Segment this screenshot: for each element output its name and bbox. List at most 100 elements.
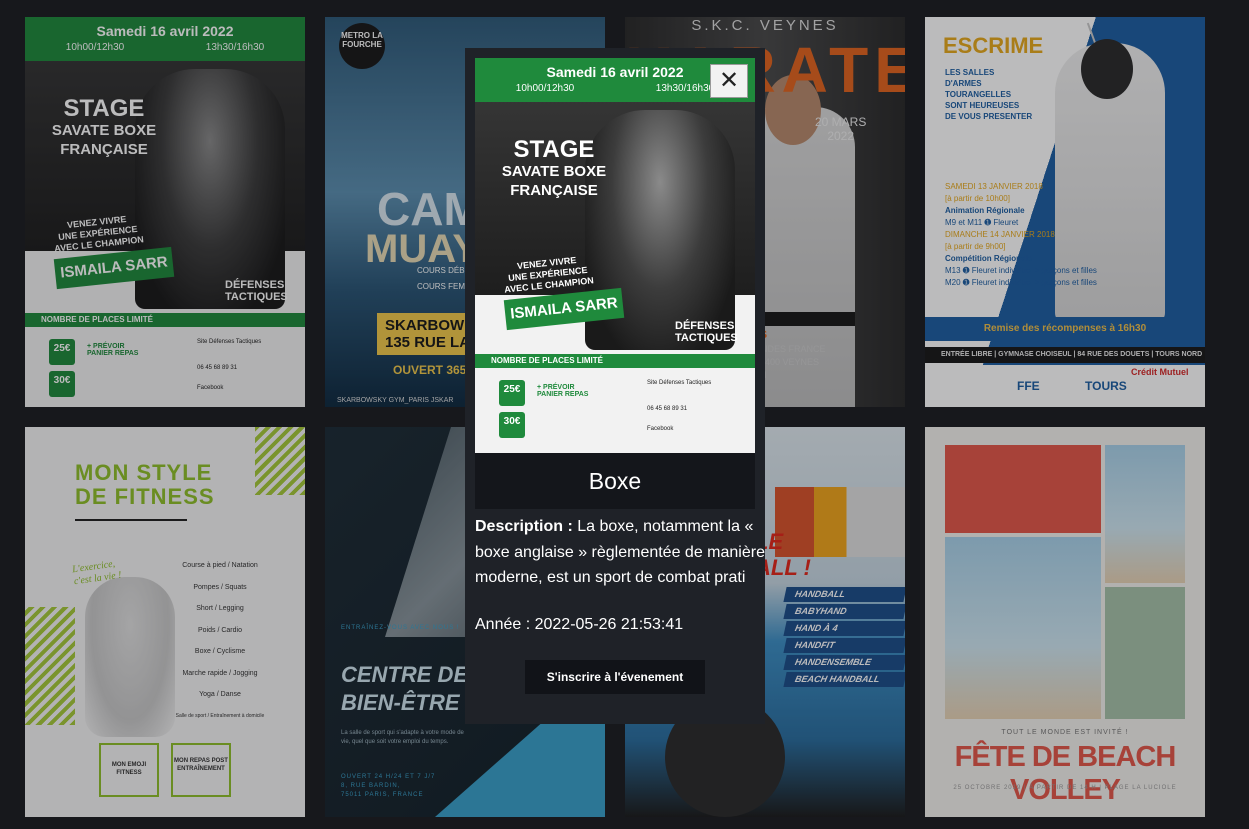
sched-d2b: [à partir de 9h00]: [945, 242, 1006, 251]
escrime-entree: ENTRÉE LIBRE | GYMNASE CHOISEUL | 84 RUE…: [925, 347, 1205, 363]
poster-time-pm: 13h30/16h30: [205, 42, 265, 53]
description-label: Description :: [475, 518, 573, 535]
price-badge-1: 25€: [499, 380, 525, 406]
volley-photo-top: [1105, 445, 1185, 583]
poster-tagline: VENEZ VIVRE UNE EXPÉRIENCE AVEC LE CHAMP…: [52, 212, 145, 254]
addr-1: ENDES FRANCE: [755, 344, 826, 354]
sched-d2: DIMANCHE 14 JANVIER 2018: [945, 230, 1055, 239]
fitness-item: Boxe / Cyclisme: [194, 648, 246, 655]
karate-date-2: 2022: [827, 129, 855, 143]
event-card-beach-volley[interactable]: TOUT LE MONDE EST INVITÉ ! FÊTE DE BEACH…: [925, 427, 1205, 817]
fitness-item: Poids / Cardio: [198, 626, 242, 634]
sched-e2b: M13 ➊ Fleuret individuel > garçons et fi…: [945, 266, 1097, 275]
modal-description: Description : La boxe, notamment la « bo…: [475, 514, 765, 591]
intro-5: DE VOUS PRESENTER: [945, 112, 1033, 121]
intro-3: TOURANGELLES: [945, 90, 1012, 99]
centre-ent: ENTRAÎNEZ-VOUS AVEC NOUS !: [341, 625, 460, 631]
escrime-title: ESCRIME: [943, 33, 1044, 58]
escrime-schedule: SAMEDI 13 JANVIER 2018 [à partir de 10h0…: [945, 181, 1097, 289]
volley-photo-main: [945, 537, 1101, 719]
escrime-intro: LES SALLES D'ARMES TOURANGELLES SONT HEU…: [945, 67, 1032, 122]
register-button[interactable]: S'inscrire à l'évenement: [525, 660, 705, 694]
fitness-item: Course à pied / Natation: [182, 562, 258, 569]
handball-row: BEACH HANDBALL: [783, 672, 905, 687]
handball-row: BABYHAND: [783, 604, 905, 619]
site-text: Site Défenses Tactiques: [197, 339, 262, 345]
poster-stage: STAGE: [513, 136, 595, 163]
fencing-mask: [1081, 39, 1133, 99]
centre-addr-3: 75011 PARIS, FRANCE: [341, 792, 424, 798]
phone-text: 06 45 68 89 31: [197, 365, 238, 371]
facebook-text: Facebook: [647, 426, 674, 432]
modal-poster-image: Samedi 16 avril 2022 10h00/12h30 13h30/1…: [475, 58, 755, 453]
centre-desc-2: vie, quel que soit votre emploi du temps…: [341, 739, 449, 745]
logo-line1: DÉFENSES: [675, 320, 735, 332]
metro-badge: METRO LA FOURCHE: [339, 23, 385, 69]
poster-tagline: VENEZ VIVRE UNE EXPÉRIENCE AVEC LE CHAMP…: [502, 253, 595, 295]
event-card-savate[interactable]: Samedi 16 avril 2022 10h00/12h30 13h30/1…: [25, 17, 305, 407]
poster-date-band: Samedi 16 avril 2022 10h00/12h30 13h30/1…: [25, 17, 305, 61]
poster-time-am: 10h00/12h30: [515, 83, 575, 94]
centre-addr-1: OUVERT 24 H/24 ET 7 J/7: [341, 774, 436, 780]
year-label: Année :: [475, 616, 531, 633]
fitness-title-1: MON STYLE: [75, 460, 213, 485]
red-block: [945, 445, 1101, 533]
year-value: 2022-05-26 21:53:41: [530, 616, 684, 633]
logo-line2: TACTIQUES: [675, 332, 738, 344]
poster-time-pm: 13h30/16h30: [655, 83, 715, 94]
handball-row: HAND À 4: [783, 621, 905, 636]
close-button[interactable]: ✕: [710, 64, 748, 98]
sponsor-tours: TOURS: [1085, 379, 1127, 393]
panier-repas: + PRÉVOIR PANIER REPAS: [87, 343, 139, 357]
handball-row: HANDENSEMBLE: [783, 655, 905, 670]
sched-d1b: [à partir de 10h00]: [945, 194, 1010, 203]
title-rule: [75, 519, 187, 521]
intro-4: SONT HEUREUSES: [945, 101, 1020, 110]
green-block: [1105, 587, 1185, 719]
sponsor-credit: Crédit Mutuel: [1131, 367, 1189, 377]
fitness-box-repas: MON REPAS POST ENTRAÎNEMENT: [171, 743, 231, 797]
poster-line3: FRANÇAISE: [510, 182, 598, 199]
handball-row: HANDBALL: [783, 587, 905, 602]
fitness-title-2: DE FITNESS: [75, 484, 215, 509]
karate-address: ENDES FRANCE 05400 VEYNES 6H: [755, 343, 826, 382]
beach-date: 25 OCTOBRE 2019 | À PARTIR DE 14 H | PLA…: [953, 785, 1177, 791]
poster-places: NOMBRE DE PLACES LIMITÉ: [25, 313, 305, 327]
stripe-top-right: [255, 427, 305, 495]
addr-2: 05400 VEYNES: [755, 357, 820, 367]
karate-date-1: 20 MARS: [815, 115, 867, 129]
poster-time-am: 10h00/12h30: [65, 42, 125, 53]
poster-headline: STAGE SAVATE BOXE FRANÇAISE: [489, 138, 619, 200]
sched-e2: Compétition Régionale: [945, 254, 1033, 263]
poster-foot: SKARBOWSKY GYM_PARIS JSKAR: [337, 397, 454, 404]
site-text: Site Défenses Tactiques: [647, 380, 712, 386]
stripe-left: [25, 607, 75, 725]
intro-2: D'ARMES: [945, 79, 982, 88]
poster-line3: FRANÇAISE: [60, 141, 148, 158]
sponsor-ffe: FFE: [1017, 379, 1040, 393]
centre-desc-1: La salle de sport qui s'adapte à votre m…: [341, 730, 464, 736]
event-card-fitness[interactable]: MON STYLE DE FITNESS L'exercice, c'est l…: [25, 427, 305, 817]
ouvert-text: OUVERT 365: [393, 363, 467, 377]
phone-text: 06 45 68 89 31: [647, 406, 688, 412]
beach-title: FÊTE DE BEACH VOLLEY: [954, 741, 1177, 806]
facebook-text: Facebook: [197, 385, 224, 391]
intro-1: LES SALLES: [945, 68, 995, 77]
handball-row: HANDFIT: [783, 638, 905, 653]
addr-3: 6H: [755, 369, 826, 382]
defenses-logo: DÉFENSES TACTIQUES: [675, 320, 738, 344]
event-detail-modal: Samedi 16 avril 2022 10h00/12h30 13h30/1…: [465, 48, 765, 724]
price-badge-2: 30€: [499, 412, 525, 438]
club-name: S.K.C. VEYNES: [691, 17, 839, 34]
centre-addr-2: 8, RUE BARDIN,: [341, 783, 401, 789]
price-badge-2: 30€: [49, 371, 75, 397]
sched-e1b: M9 et M11 ➊ Fleuret: [945, 218, 1019, 227]
poster-places: NOMBRE DE PLACES LIMITÉ: [475, 354, 755, 368]
defenses-logo: DÉFENSES TACTIQUES: [225, 279, 288, 303]
sponsor-strip: FFE TOURS Crédit Mutuel: [925, 365, 1205, 407]
fitness-item: Salle de sport / Entraînement à domicile: [175, 712, 265, 719]
fitness-item: Short / Legging: [196, 605, 244, 612]
centre-addr: OUVERT 24 H/24 ET 7 J/7 8, RUE BARDIN, 7…: [341, 773, 435, 800]
event-card-escrime[interactable]: ESCRIME LES SALLES D'ARMES TOURANGELLES …: [925, 17, 1205, 407]
poster-times: 10h00/12h30 13h30/16h30: [25, 42, 305, 53]
